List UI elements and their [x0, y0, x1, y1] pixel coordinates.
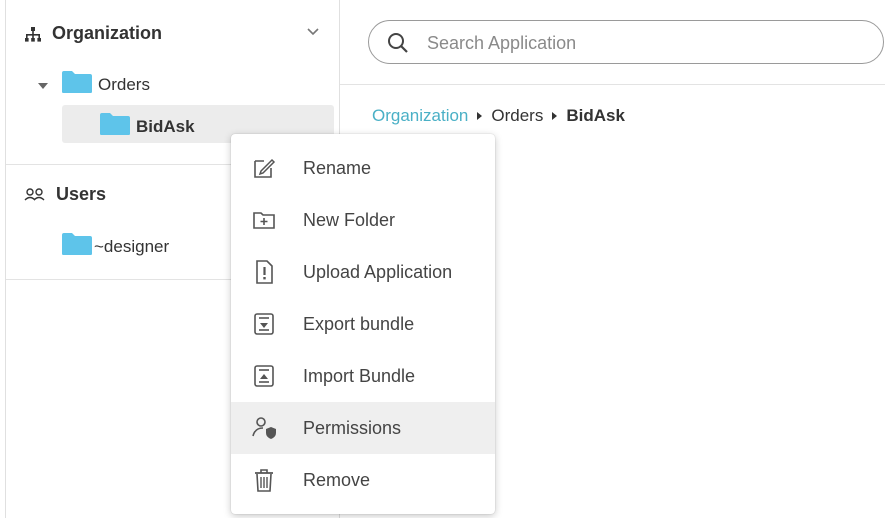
upload-application-icon [251, 259, 277, 285]
tree-item-label: Orders [98, 74, 150, 94]
breadcrumb-item-orders[interactable]: Orders [491, 106, 543, 126]
menu-item-label: Export bundle [303, 313, 415, 334]
tree-item-label: ~designer [94, 236, 170, 256]
menu-item-label: Upload Application [303, 261, 453, 282]
breadcrumb-item-current: BidAsk [566, 106, 625, 125]
organization-title: Organization [52, 23, 163, 43]
search-input[interactable]: Search Application [368, 20, 884, 64]
export-bundle-icon [251, 311, 277, 337]
breadcrumb-separator-icon [477, 112, 483, 120]
search-icon [387, 32, 409, 59]
menu-item-upload-application[interactable]: Upload Application [231, 246, 495, 298]
context-menu: Rename New Folder Upload Application Exp… [231, 134, 495, 514]
folder-icon [62, 70, 92, 99]
search-placeholder: Search Application [427, 33, 577, 53]
menu-item-rename[interactable]: Rename [231, 142, 495, 194]
caret-down-icon[interactable] [38, 75, 48, 95]
menu-item-new-folder[interactable]: New Folder [231, 194, 495, 246]
import-bundle-icon [251, 363, 277, 389]
tree-item-bidask[interactable]: BidAsk [100, 112, 195, 141]
menu-item-remove[interactable]: Remove [231, 454, 495, 506]
menu-item-export-bundle[interactable]: Export bundle [231, 298, 495, 350]
permissions-icon [251, 415, 277, 441]
trash-icon [251, 467, 277, 493]
tree-item-designer[interactable]: ~designer [62, 232, 169, 261]
users-header[interactable]: Users [24, 184, 106, 205]
menu-item-permissions[interactable]: Permissions [231, 402, 495, 454]
menu-item-import-bundle[interactable]: Import Bundle [231, 350, 495, 402]
header-divider [340, 84, 885, 85]
breadcrumb-separator-icon [552, 112, 558, 120]
tree-item-orders[interactable]: Orders [38, 70, 150, 99]
chevron-down-icon[interactable] [306, 24, 320, 42]
breadcrumb: Organization Orders BidAsk [372, 106, 625, 126]
rename-icon [251, 155, 277, 181]
menu-item-label: Rename [303, 157, 372, 178]
hierarchy-icon [24, 25, 42, 43]
new-folder-icon [251, 207, 277, 233]
organization-header[interactable]: Organization [24, 23, 162, 44]
users-icon [24, 187, 46, 203]
folder-icon [62, 232, 92, 261]
menu-item-label: Permissions [303, 417, 402, 438]
menu-item-label: Import Bundle [303, 365, 416, 386]
menu-item-label: New Folder [303, 209, 396, 230]
folder-icon [100, 112, 130, 141]
menu-item-label: Remove [303, 469, 371, 490]
breadcrumb-item-organization[interactable]: Organization [372, 106, 468, 126]
users-title: Users [56, 184, 107, 204]
tree-item-label: BidAsk [136, 116, 195, 136]
